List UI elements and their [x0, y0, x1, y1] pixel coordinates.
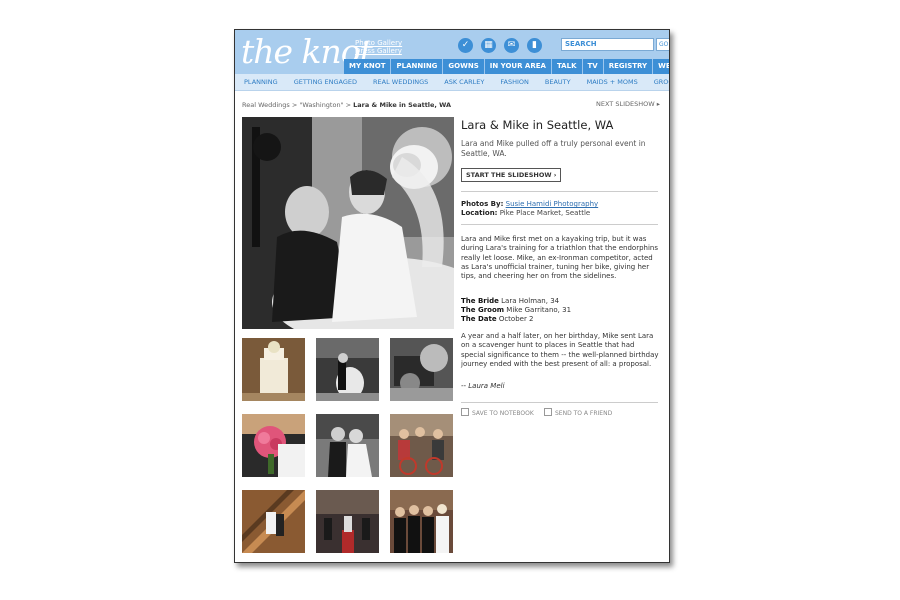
photo-gallery-link[interactable]: Photo Gallery — [355, 39, 402, 47]
next-slideshow-link[interactable]: NEXT SLIDESHOW ▸ — [596, 100, 660, 108]
dress-gallery-link[interactable]: Dress Gallery — [355, 47, 402, 55]
nav-tv[interactable]: TV — [583, 59, 604, 74]
photographer-link[interactable]: Susie Hamidi Photography — [506, 200, 599, 208]
checkmark-icon[interactable]: ✓ — [458, 38, 473, 53]
story-paragraph-2: A year and a half later, on her birthday… — [461, 332, 659, 368]
site-header: the knot Photo Gallery Dress Gallery ✓ ▦… — [235, 30, 669, 74]
subnav-real-weddings[interactable]: REAL WEDDINGS — [364, 74, 435, 90]
nav-my-knot[interactable]: MY KNOT — [344, 59, 392, 74]
location-value: Pike Place Market, Seattle — [499, 209, 591, 217]
checkbox-icon — [461, 408, 469, 416]
thumbnail-dance[interactable] — [316, 338, 379, 401]
nav-planning[interactable]: PLANNING — [391, 59, 444, 74]
nav-talk[interactable]: TALK — [552, 59, 583, 74]
date-line: The Date October 2 — [461, 315, 534, 323]
story-paragraph-1: Lara and Mike first met on a kayaking tr… — [461, 235, 659, 281]
nav-in-your-area[interactable]: IN YOUR AREA — [485, 59, 552, 74]
article-title: Lara & Mike in Seattle, WA — [461, 118, 614, 132]
bride-value: Lara Holman, 34 — [501, 297, 560, 305]
start-slideshow-button[interactable]: START THE SLIDESHOW › — [461, 168, 562, 182]
main-nav: MY KNOT PLANNING GOWNS IN YOUR AREA TALK… — [344, 59, 669, 74]
groom-label: The Groom — [461, 306, 505, 314]
bride-label: The Bride — [461, 297, 499, 305]
main-wedding-photo[interactable] — [242, 117, 454, 329]
photos-by-label: Photos By: — [461, 200, 504, 208]
notebook-icon[interactable]: ▮ — [527, 38, 542, 53]
location-line: Location: Pike Place Market, Seattle — [461, 209, 590, 217]
thumbnail-stairs[interactable] — [242, 490, 305, 553]
save-label: SAVE TO NOTEBOOK — [472, 410, 534, 417]
date-label: The Date — [461, 315, 497, 323]
subnav-grooms[interactable]: GROO — [645, 74, 669, 90]
nav-wedding[interactable]: WEDDING — [653, 59, 669, 74]
photo-credit: Photos By: Susie Hamidi Photography — [461, 200, 598, 208]
thumbnail-aisle[interactable] — [316, 490, 379, 553]
groom-line: The Groom Mike Garritano, 31 — [461, 306, 571, 314]
location-label: Location: — [461, 209, 498, 217]
sub-nav: PLANNING GETTING ENGAGED REAL WEDDINGS A… — [235, 74, 669, 91]
nav-registry[interactable]: REGISTRY — [604, 59, 654, 74]
thumbnail-cake[interactable] — [242, 338, 305, 401]
thumbnail-bridesmaids[interactable] — [390, 490, 453, 553]
divider — [461, 402, 658, 403]
subnav-ask-carley[interactable]: ASK CARLEY — [435, 74, 491, 90]
divider — [461, 191, 658, 192]
nav-gowns[interactable]: GOWNS — [443, 59, 485, 74]
breadcrumb-current: Lara & Mike in Seattle, WA — [353, 101, 452, 109]
send-label: SEND TO A FRIEND — [555, 410, 613, 417]
checkbox-icon — [544, 408, 552, 416]
subnav-maids-moms[interactable]: MAIDS + MOMS — [578, 74, 645, 90]
subnav-fashion[interactable]: FASHION — [491, 74, 536, 90]
thumbnail-couple[interactable] — [316, 414, 379, 477]
subnav-beauty[interactable]: BEAUTY — [536, 74, 578, 90]
search-input[interactable]: SEARCH — [561, 38, 654, 51]
groom-value: Mike Garritano, 31 — [506, 306, 572, 314]
save-to-notebook-button[interactable]: SAVE TO NOTEBOOK — [461, 408, 534, 417]
thumbnail-detail[interactable] — [390, 338, 453, 401]
divider — [461, 224, 658, 225]
date-value: October 2 — [498, 315, 534, 323]
subnav-getting-engaged[interactable]: GETTING ENGAGED — [285, 74, 364, 90]
search-go-button[interactable]: GO — [656, 38, 669, 51]
thumbnail-bike[interactable] — [390, 414, 453, 477]
breadcrumb-path[interactable]: Real Weddings > "Washington" > — [242, 101, 353, 109]
envelope-icon[interactable]: ✉ — [504, 38, 519, 53]
bride-line: The Bride Lara Holman, 34 — [461, 297, 559, 305]
calendar-icon[interactable]: ▦ — [481, 38, 496, 53]
author-signature: -- Laura Meli — [461, 382, 505, 390]
article-intro: Lara and Mike pulled off a truly persona… — [461, 139, 646, 158]
subnav-planning[interactable]: PLANNING — [235, 74, 285, 90]
send-to-friend-button[interactable]: SEND TO A FRIEND — [544, 408, 612, 417]
breadcrumb: Real Weddings > "Washington" > Lara & Mi… — [242, 101, 451, 109]
browser-page: the knot Photo Gallery Dress Gallery ✓ ▦… — [234, 29, 670, 563]
thumbnail-bouquet[interactable] — [242, 414, 305, 477]
